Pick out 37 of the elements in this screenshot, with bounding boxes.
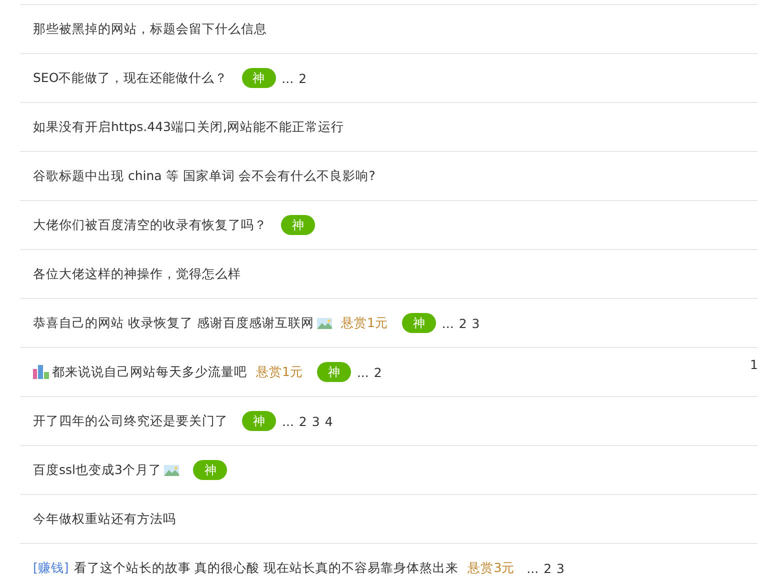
reward-label: 悬赏1元 — [340, 314, 388, 332]
category-link[interactable]: [赚钱] — [33, 560, 69, 576]
page-ellipsis: ... — [356, 364, 369, 380]
page-ellipsis: ... — [442, 316, 454, 330]
page-link[interactable]: 4 — [324, 414, 333, 428]
thread-title[interactable]: 大佬你们被百度清空的收录有恢复了吗？ — [33, 216, 267, 234]
page-link[interactable]: 2 — [298, 414, 307, 428]
page-ellipsis: ... — [282, 70, 294, 86]
page-link[interactable]: 2 — [544, 560, 552, 576]
reply-count: 1 — [750, 357, 758, 372]
thread-title[interactable]: 开了四年的公司终究还是要关门了 — [33, 412, 228, 430]
hot-badge: 神 — [242, 411, 276, 431]
reward-label: 悬赏1元 — [256, 364, 303, 380]
page-link[interactable]: 3 — [312, 414, 320, 428]
hot-badge: 神 — [193, 460, 228, 480]
hot-badge: 神 — [316, 362, 351, 382]
page-ellipsis: ... — [526, 560, 539, 576]
page-link[interactable]: 3 — [556, 560, 564, 576]
thread-title[interactable]: 都来说说自己网站每天多少流量吧 — [52, 364, 247, 380]
thread-title[interactable]: SEO不能做了，现在还能做什么？ — [33, 70, 228, 86]
page-ellipsis: ... — [282, 414, 294, 428]
thread-title[interactable]: 那些被黑掉的网站，标题会留下什么信息 — [33, 20, 267, 38]
page-link[interactable]: 2 — [298, 70, 307, 86]
hot-badge: 神 — [402, 313, 436, 333]
hot-badge: 神 — [242, 68, 276, 88]
thread-title[interactable]: 谷歌标题中出现 china 等 国家单词 会不会有什么不良影响? — [33, 168, 376, 184]
thread-title[interactable]: 看了这个站长的故事 真的很心酸 现在站长真的不容易靠身体熬出来 — [74, 560, 459, 576]
hot-badge: 神 — [281, 215, 315, 235]
reward-label: 悬赏3元 — [468, 560, 515, 576]
thread-title[interactable]: 各位大佬这样的神操作，觉得怎么样 — [33, 266, 241, 282]
thread-title[interactable]: 今年做权重站还有方法吗 — [33, 510, 176, 528]
page-link[interactable]: 3 — [472, 316, 480, 330]
page-link[interactable]: 2 — [374, 364, 382, 380]
thread-title[interactable]: 如果没有开启https.443端口关闭,网站能不能正常运行 — [33, 118, 344, 136]
page-link[interactable]: 2 — [458, 316, 467, 330]
thread-title[interactable]: 百度ssl也变成3个月了 — [33, 462, 162, 478]
thread-title[interactable]: 恭喜自己的网站 收录恢复了 感谢百度感谢互联网 — [33, 314, 314, 332]
